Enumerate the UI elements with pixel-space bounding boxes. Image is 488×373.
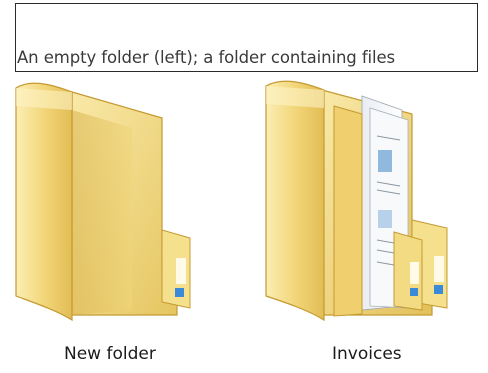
- screenshot-canvas: An empty folder (left); a folder contain…: [0, 0, 488, 373]
- empty-folder-icon[interactable]: [12, 70, 202, 330]
- folder-with-files-icon[interactable]: [262, 70, 462, 330]
- caption-text: An empty folder (left); a folder contain…: [17, 48, 396, 67]
- folder-label-new-folder[interactable]: New folder: [64, 344, 156, 364]
- folder-label-invoices[interactable]: Invoices: [332, 344, 402, 364]
